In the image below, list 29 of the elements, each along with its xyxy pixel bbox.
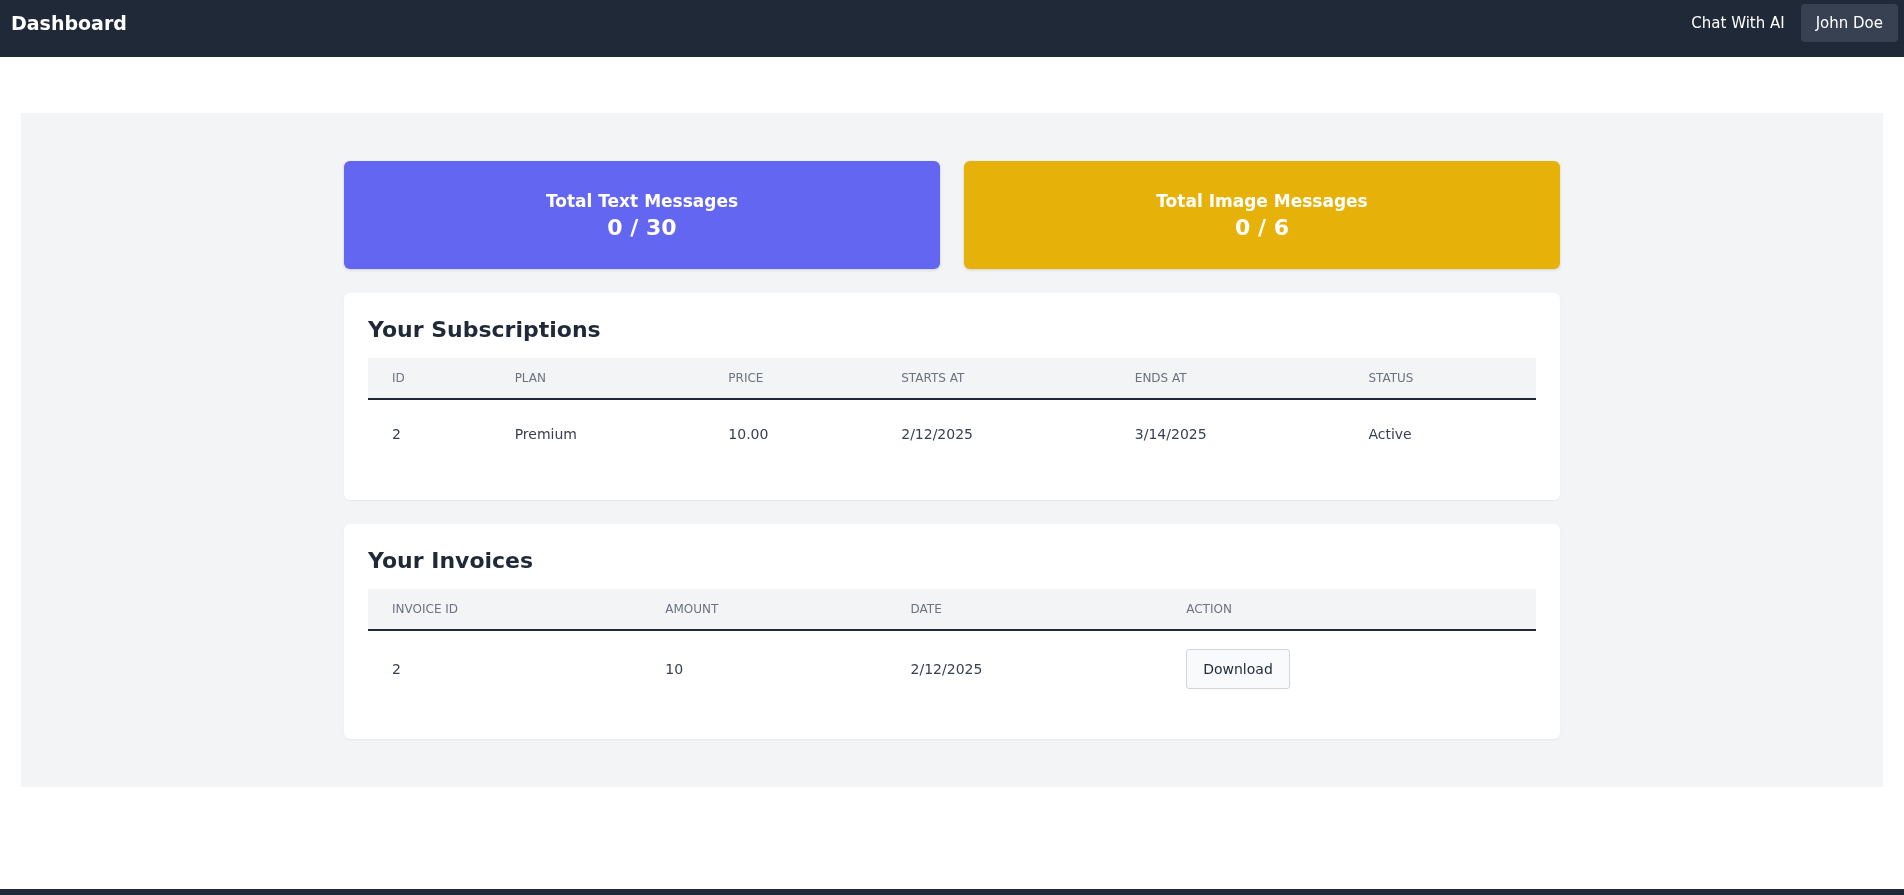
- brand-title: Dashboard: [11, 11, 127, 34]
- table-cell: Premium: [514, 426, 577, 442]
- column-header: PRICE: [704, 358, 878, 399]
- card-title: Your Subscriptions: [368, 317, 602, 342]
- column-header: ACTION: [1162, 589, 1536, 630]
- table-cell: 2/12/2025: [901, 426, 973, 442]
- stat-label: Total Image Messages: [1156, 190, 1368, 211]
- stat-value: 0 / 6: [1235, 214, 1289, 240]
- column-header: INVOICE ID: [368, 589, 642, 630]
- column-header: STATUS: [1344, 358, 1536, 399]
- stat-value: 0 / 30: [607, 214, 677, 240]
- column-header: DATE: [886, 589, 1163, 630]
- user-menu-button[interactable]: John Doe: [1800, 3, 1898, 42]
- download-button[interactable]: Download: [1186, 649, 1290, 689]
- column-header: ID: [368, 358, 491, 399]
- table-cell: 10: [665, 661, 684, 677]
- nav-link[interactable]: Chat With AI: [1691, 13, 1785, 32]
- column-header: ENDS AT: [1110, 358, 1345, 399]
- table-cell: 2: [392, 661, 401, 677]
- column-header: STARTS AT: [877, 358, 1111, 399]
- table-cell: 10.00: [728, 426, 769, 442]
- column-header: PLAN: [490, 358, 705, 399]
- column-header: AMOUNT: [641, 589, 887, 630]
- stat-label: Total Text Messages: [545, 190, 739, 211]
- table-cell: 2/12/2025: [910, 661, 983, 677]
- table-cell: Active: [1368, 426, 1412, 442]
- table-cell: 3/14/2025: [1134, 426, 1207, 442]
- table-cell: 2: [392, 426, 401, 442]
- card-title: Your Invoices: [368, 548, 535, 573]
